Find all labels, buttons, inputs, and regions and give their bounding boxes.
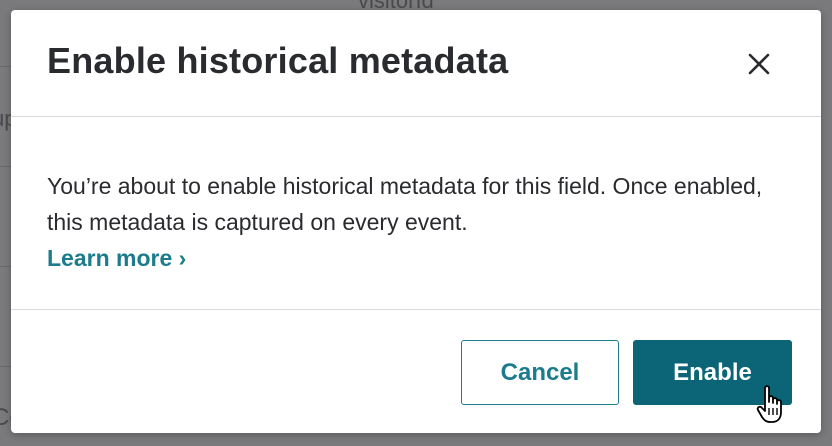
dialog-message: You’re about to enable historical metada…: [47, 168, 787, 276]
enable-button[interactable]: Enable: [633, 340, 792, 405]
cancel-button[interactable]: Cancel: [461, 340, 619, 405]
dialog-message-text: You’re about to enable historical metada…: [47, 173, 763, 235]
close-button[interactable]: [739, 46, 779, 86]
learn-more-link[interactable]: Learn more ›: [47, 245, 186, 271]
dialog-title: Enable historical metadata: [47, 40, 509, 81]
close-icon: [748, 53, 770, 75]
enable-historical-metadata-dialog: Enable historical metadata You’re about …: [11, 10, 821, 433]
dialog-header: Enable historical metadata: [11, 10, 821, 117]
dialog-body: You’re about to enable historical metada…: [11, 118, 821, 310]
